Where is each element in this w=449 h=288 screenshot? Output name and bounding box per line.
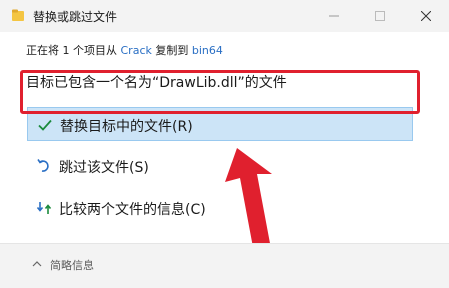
maximize-button[interactable] bbox=[357, 0, 403, 32]
skip-arrow-icon bbox=[37, 159, 49, 172]
title-bar: 替换或跳过文件 bbox=[0, 0, 449, 32]
close-icon bbox=[421, 11, 431, 21]
app-icon bbox=[12, 9, 24, 21]
source-folder-link[interactable]: Crack bbox=[121, 44, 152, 57]
minimize-icon bbox=[329, 15, 339, 17]
red-highlight-box bbox=[20, 70, 420, 114]
footer-bar: 简略信息 bbox=[0, 243, 449, 288]
copy-status: 正在将 1 个项目从 Crack 复制到 bin64 bbox=[26, 42, 223, 58]
fewer-details-toggle[interactable]: 简略信息 bbox=[50, 257, 94, 273]
red-pointer-arrow-icon bbox=[225, 148, 272, 258]
compare-icon bbox=[36, 202, 52, 214]
destination-folder-link[interactable]: bin64 bbox=[192, 44, 223, 57]
chevron-up-icon bbox=[32, 261, 42, 267]
status-middle: 复制到 bbox=[155, 44, 189, 57]
compare-files-label: 比较两个文件的信息(C) bbox=[59, 202, 206, 218]
minimize-button[interactable] bbox=[311, 0, 357, 32]
status-prefix: 正在将 1 个项目从 bbox=[26, 44, 117, 57]
close-button[interactable] bbox=[403, 0, 449, 32]
checkmark-icon bbox=[38, 119, 52, 131]
maximize-icon bbox=[375, 11, 385, 21]
skip-file-label: 跳过该文件(S) bbox=[59, 160, 149, 176]
window-title: 替换或跳过文件 bbox=[33, 10, 118, 24]
replace-file-label: 替换目标中的文件(R) bbox=[60, 119, 193, 135]
